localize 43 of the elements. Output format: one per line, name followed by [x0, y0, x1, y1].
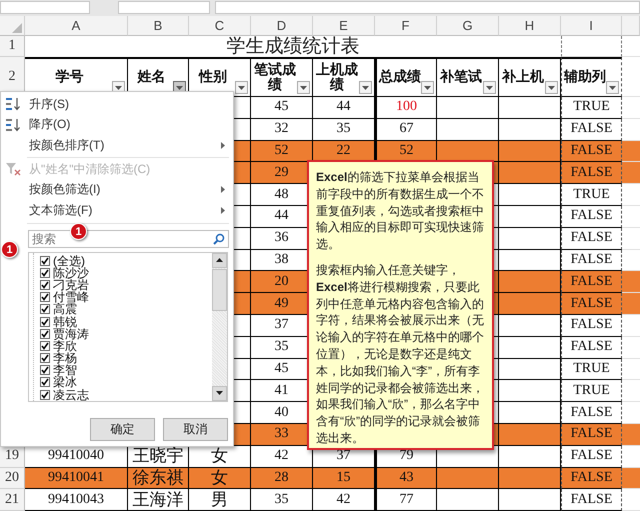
value-label[interactable]: 刁克岩 — [53, 278, 89, 291]
value-label[interactable]: 韩锐 — [53, 316, 77, 328]
menu-item[interactable]: 降序(O) — [1, 114, 233, 136]
row-number[interactable]: 20 — [0, 468, 25, 490]
dialog-button[interactable]: 确定 — [90, 418, 155, 441]
column-title: 姓名 — [138, 70, 166, 85]
column-title: 学号 — [56, 70, 84, 85]
menu-item[interactable]: 升序(S) — [1, 94, 233, 115]
column-title: 上机成绩 — [315, 62, 359, 92]
value-label[interactable]: 李欣 — [53, 340, 77, 352]
table-cell: 77 — [375, 489, 437, 511]
callout-text: Excel的筛选下拉菜单会根据当前字段中的所有数据生成一个不重复值列表，勾选或者搜索框中输入相应的目标即可实现快速筛选。 — [316, 169, 485, 253]
row-number[interactable]: 19 — [0, 446, 25, 468]
column-title: 补笔试 — [440, 70, 482, 85]
table-cell: 35 — [251, 489, 313, 511]
column-title: 补上机 — [502, 70, 544, 85]
column-title: 性别 — [199, 70, 227, 85]
column-title: 笔试成绩 — [253, 62, 297, 92]
table-cell: 42 — [313, 489, 375, 511]
callout-text: 搜索框内输入任意关键字，Excel将进行模糊搜索，只要此列中任意单元格内容包含输入的字符，结果将会被展示出来（无论输入的字符在单元格中的哪个位置），无论是数字还是纯文本，比如我们输入“李”，所有李姓同学的记录都会被筛选出来，如果我们输入“欣”，那么名字中含有“欣”的同学的记录就会被筛选出来。 — [316, 262, 485, 447]
table-cell: 99410043 — [25, 489, 128, 511]
value-label[interactable]: 高震 — [53, 303, 77, 316]
value-label[interactable]: 付雪峰 — [53, 291, 89, 304]
menu-item[interactable]: 按颜色排序(T) — [1, 135, 233, 156]
value-label[interactable]: 凌云志 — [53, 388, 89, 401]
table-cell: 王海洋 — [128, 489, 189, 511]
menu-item[interactable]: 按颜色筛选(I) — [1, 179, 233, 200]
value-label[interactable]: 梁冰 — [53, 376, 77, 388]
column-title: 总成绩 — [379, 70, 421, 85]
row-number[interactable]: 21 — [0, 489, 25, 511]
step-badge: 1 — [1, 241, 18, 258]
sheet-title: 学生成绩统计表 — [226, 36, 360, 57]
menu-item[interactable]: 文本筛选(F) — [1, 200, 233, 221]
value-label[interactable]: 贾海涛 — [53, 328, 89, 340]
column-title: 辅助列 — [564, 70, 606, 85]
table-cell: 男 — [189, 489, 251, 511]
value-label[interactable]: 陈沙沙 — [53, 266, 89, 279]
value-label[interactable]: 李智 — [53, 364, 77, 376]
table-cell: FALSE — [561, 489, 622, 511]
value-label[interactable]: (全选) — [53, 254, 85, 267]
dialog-button[interactable]: 取消 — [163, 418, 228, 441]
row-number[interactable]: 1 — [0, 36, 25, 57]
value-label[interactable]: 李杨 — [53, 352, 77, 364]
